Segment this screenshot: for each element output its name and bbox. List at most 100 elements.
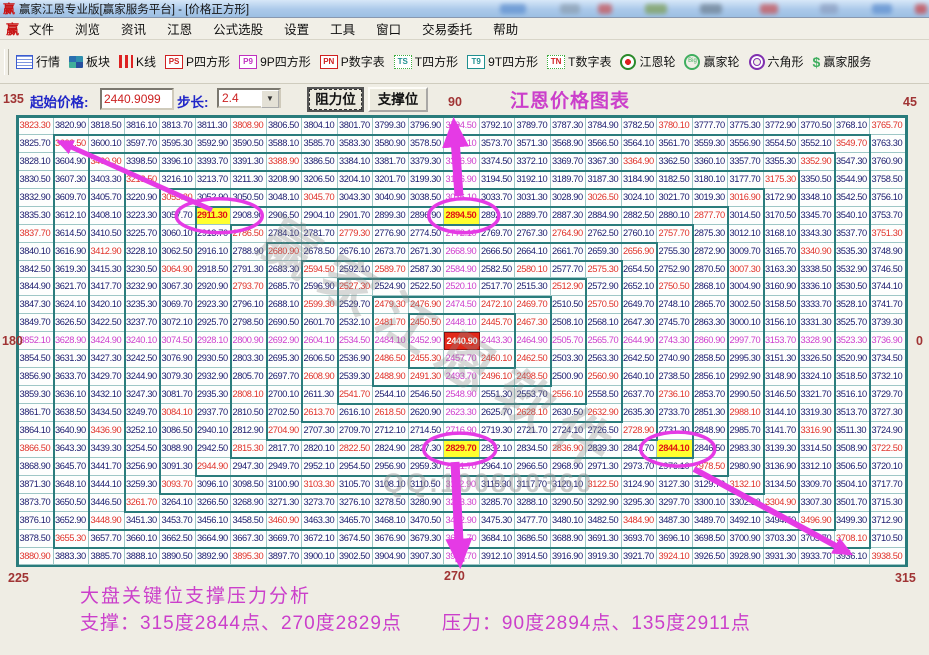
grid-cell[interactable]: 3729.70 [870,386,906,404]
grid-cell[interactable]: 3427.30 [89,350,125,369]
grid-cell[interactable]: 3765.70 [870,117,906,135]
grid-cell[interactable]: 2808.10 [231,386,267,404]
grid-cell[interactable]: 3004.90 [728,278,764,297]
grid-cell[interactable]: 3422.50 [89,314,125,333]
grid-cell[interactable]: 3355.30 [763,152,799,171]
grid-cell[interactable]: 3177.70 [728,170,764,189]
menu-item[interactable]: 交易委托 [422,19,472,38]
grid-cell[interactable]: 3307.30 [799,493,835,512]
grid-cell[interactable]: 3828.10 [18,152,54,171]
grid-cell[interactable]: 3621.70 [53,278,89,297]
grid-cell[interactable]: 2707.30 [302,421,338,440]
toolbar-button[interactable]: TN T数字表 [547,53,611,70]
grid-cell[interactable]: 2472.10 [479,296,515,315]
grid-cell[interactable]: 3228.10 [124,242,160,261]
grid-cell[interactable]: 3818.50 [89,117,125,135]
toolbar-button[interactable]: 板块 [69,53,110,70]
grid-cell[interactable]: 2748.10 [657,296,693,315]
grid-cell[interactable]: 3547.30 [834,152,870,171]
grid-cell[interactable]: 3736.90 [870,332,906,351]
step-combobox[interactable]: 2.4 ▼ [217,88,281,108]
grid-cell[interactable]: 2935.30 [195,386,231,404]
grid-cell[interactable]: 2508.10 [550,314,586,333]
grid-cell[interactable]: 3645.70 [53,457,89,476]
grid-cell[interactable]: 2776.90 [373,224,409,243]
grid-cell[interactable]: 2844.10 [657,439,693,458]
grid-cell[interactable]: 3897.70 [266,547,302,566]
grid-cell[interactable]: 2520.10 [444,278,480,297]
grid-cell[interactable]: 3542.50 [834,188,870,207]
grid-cell[interactable]: 2688.10 [266,296,302,315]
grid-cell[interactable]: 3564.10 [621,134,657,153]
grid-cell[interactable]: 3465.70 [337,511,373,530]
grid-cell[interactable]: 3151.30 [763,350,799,369]
grid-cell[interactable]: 3388.90 [266,152,302,171]
grid-cell[interactable]: 2716.90 [444,421,480,440]
grid-cell[interactable]: 3261.70 [124,493,160,512]
grid-cell[interactable]: 3463.30 [302,511,338,530]
grid-cell[interactable]: 3235.30 [124,296,160,315]
grid-cell[interactable]: 3216.10 [160,170,196,189]
grid-cell[interactable]: 2995.30 [728,350,764,369]
grid-cell[interactable]: 3314.50 [799,439,835,458]
grid-cell[interactable]: 3295.30 [621,493,657,512]
grid-cell[interactable]: 3516.10 [834,386,870,404]
grid-cell[interactable]: 3458.50 [231,511,267,530]
grid-cell[interactable]: 3384.10 [337,152,373,171]
grid-cell[interactable]: 2923.30 [195,296,231,315]
grid-cell[interactable]: 2911.30 [195,206,231,225]
grid-cell[interactable]: 2798.50 [231,314,267,333]
support-button[interactable]: 支撑位 [368,87,428,112]
grid-cell[interactable]: 3189.70 [550,170,586,189]
grid-cell[interactable]: 2733.70 [657,404,693,422]
grid-cell[interactable]: 3304.90 [763,493,799,512]
grid-cell[interactable]: 2824.90 [373,439,409,458]
chevron-down-icon[interactable]: ▼ [261,90,279,108]
grid-cell[interactable]: 2920.90 [195,278,231,297]
grid-cell[interactable]: 3844.90 [18,278,54,297]
grid-cell[interactable]: 3038.50 [408,188,444,207]
grid-cell[interactable]: 3753.70 [870,206,906,225]
grid-cell[interactable]: 2709.70 [337,421,373,440]
grid-cell[interactable]: 3012.10 [728,224,764,243]
grid-cell[interactable]: 3475.30 [479,511,515,530]
grid-cell[interactable]: 3055.30 [160,188,196,207]
grid-cell[interactable]: 3900.10 [302,547,338,566]
grid-cell[interactable]: 2992.90 [728,368,764,387]
grid-cell[interactable]: 3624.10 [53,296,89,315]
grid-cell[interactable]: 3367.30 [586,152,622,171]
grid-cell[interactable]: 3751.30 [870,224,906,243]
grid-cell[interactable]: 3175.30 [763,170,799,189]
grid-cell[interactable]: 3328.90 [799,332,835,351]
grid-cell[interactable]: 2882.50 [621,206,657,225]
grid-cell[interactable]: 2899.30 [373,206,409,225]
grid-cell[interactable]: 2714.50 [408,421,444,440]
grid-cell[interactable]: 3163.30 [763,260,799,279]
grid-cell[interactable]: 3336.10 [799,278,835,297]
grid-cell[interactable]: 3782.50 [621,117,657,135]
grid-cell[interactable]: 2740.90 [657,350,693,369]
grid-cell[interactable]: 3837.70 [18,224,54,243]
grid-cell[interactable]: 3530.50 [834,278,870,297]
grid-cell[interactable]: 3165.70 [763,242,799,261]
grid-cell[interactable]: 3405.70 [89,188,125,207]
grid-cell[interactable]: 3028.90 [550,188,586,207]
grid-cell[interactable]: 3062.50 [160,242,196,261]
grid-cell[interactable]: 3009.70 [728,242,764,261]
grid-cell[interactable]: 2702.50 [266,404,302,422]
grid-cell[interactable]: 2978.50 [692,457,728,476]
grid-cell[interactable]: 3799.30 [373,117,409,135]
grid-cell[interactable]: 3604.90 [53,152,89,171]
grid-cell[interactable]: 3345.70 [799,206,835,225]
grid-cell[interactable]: 3170.50 [763,206,799,225]
grid-cell[interactable]: 3374.50 [479,152,515,171]
grid-cell[interactable]: 3444.10 [89,475,125,494]
grid-cell[interactable]: 3780.10 [657,117,693,135]
grid-cell[interactable]: 3504.10 [834,475,870,494]
grid-cell[interactable]: 3496.90 [799,511,835,530]
grid-cell[interactable]: 2664.10 [515,242,551,261]
grid-cell[interactable]: 3535.30 [834,242,870,261]
grid-cell[interactable]: 3204.10 [337,170,373,189]
grid-cell[interactable]: 3348.10 [799,188,835,207]
grid-cell[interactable]: 2752.90 [657,260,693,279]
